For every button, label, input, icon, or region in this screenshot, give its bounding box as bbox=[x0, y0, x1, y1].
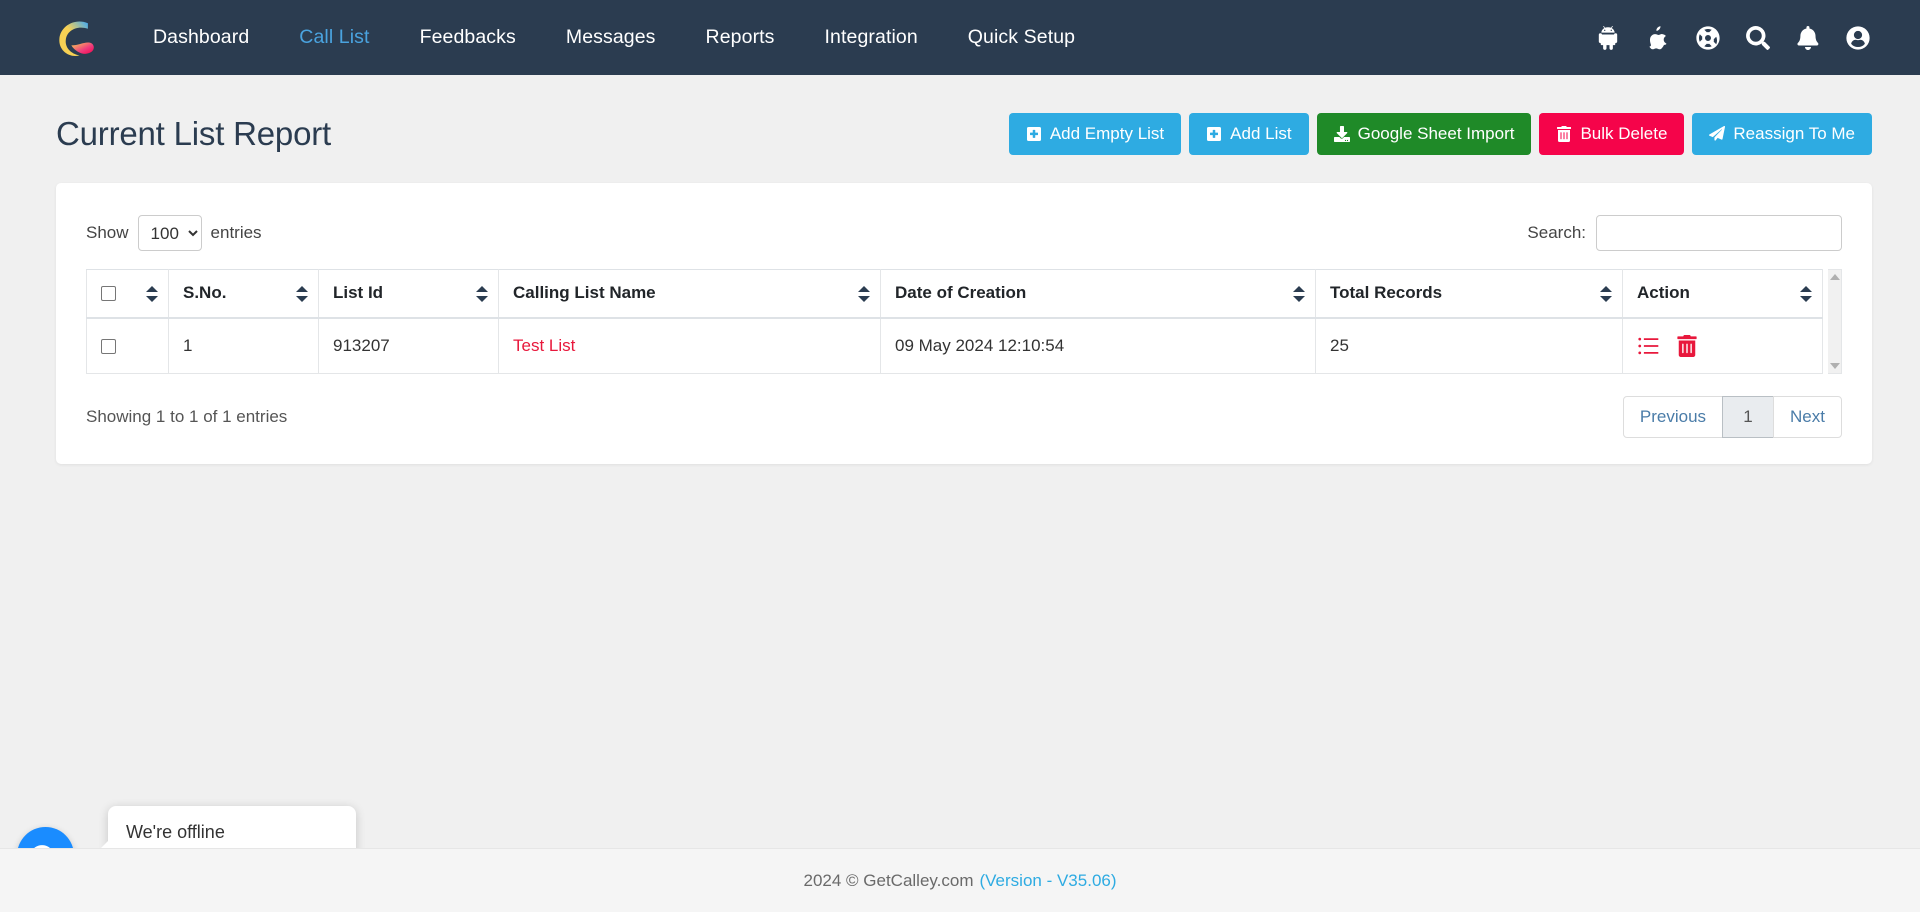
calling-list-name-link[interactable]: Test List bbox=[513, 336, 575, 355]
column-header-sno[interactable]: S.No. bbox=[169, 270, 319, 319]
nav-link-dashboard[interactable]: Dashboard bbox=[128, 26, 274, 49]
table-scroll-container: S.No. List Id Calling List Name Date of … bbox=[86, 269, 1842, 374]
column-label: Total Records bbox=[1330, 283, 1442, 302]
pagination-page-1-button[interactable]: 1 bbox=[1722, 396, 1774, 438]
chat-offline-title: We're offline bbox=[126, 822, 338, 843]
search-icon[interactable] bbox=[1746, 26, 1770, 50]
column-label: Date of Creation bbox=[895, 283, 1026, 302]
trash-icon bbox=[1556, 126, 1572, 142]
column-label: List Id bbox=[333, 283, 383, 302]
scroll-down-icon[interactable] bbox=[1830, 363, 1840, 369]
user-circle-icon[interactable] bbox=[1846, 26, 1870, 50]
nav-link-integration[interactable]: Integration bbox=[800, 26, 943, 49]
table-vertical-scrollbar[interactable] bbox=[1828, 269, 1842, 374]
google-sheet-import-label: Google Sheet Import bbox=[1358, 124, 1515, 144]
cell-total-records: 25 bbox=[1316, 318, 1623, 374]
column-header-list-id[interactable]: List Id bbox=[319, 270, 499, 319]
reassign-to-me-button[interactable]: Reassign To Me bbox=[1692, 113, 1872, 155]
column-header-total-records[interactable]: Total Records bbox=[1316, 270, 1623, 319]
plus-square-icon bbox=[1206, 126, 1222, 142]
apple-icon[interactable] bbox=[1646, 26, 1670, 50]
add-empty-list-button[interactable]: Add Empty List bbox=[1009, 113, 1181, 155]
table-header-row: S.No. List Id Calling List Name Date of … bbox=[87, 270, 1823, 319]
toolbar-buttons: Add Empty List Add List Google Sheet Imp… bbox=[1009, 113, 1872, 155]
nav-links: Dashboard Call List Feedbacks Messages R… bbox=[128, 26, 1100, 49]
column-header-date-of-creation[interactable]: Date of Creation bbox=[881, 270, 1316, 319]
table-controls: Show 100 entries Search: bbox=[86, 211, 1842, 255]
nav-icon-group bbox=[1596, 26, 1888, 50]
sort-arrows-icon bbox=[1600, 285, 1612, 303]
life-ring-icon[interactable] bbox=[1696, 26, 1720, 50]
cell-sno: 1 bbox=[169, 318, 319, 374]
sort-arrows-icon bbox=[858, 285, 870, 303]
footer-version-link[interactable]: (Version - V35.06) bbox=[980, 871, 1117, 891]
nav-link-quick-setup[interactable]: Quick Setup bbox=[943, 26, 1100, 49]
page-title: Current List Report bbox=[56, 115, 331, 153]
entries-label: entries bbox=[211, 223, 262, 243]
table-row: 1 913207 Test List 09 May 2024 12:10:54 … bbox=[87, 318, 1823, 374]
sort-arrows-icon bbox=[146, 285, 158, 303]
cell-list-id: 913207 bbox=[319, 318, 499, 374]
row-checkbox[interactable] bbox=[101, 339, 116, 354]
list-icon[interactable] bbox=[1637, 335, 1659, 357]
table-footer: Showing 1 to 1 of 1 entries Previous 1 N… bbox=[86, 396, 1842, 438]
nav-link-call-list[interactable]: Call List bbox=[274, 26, 394, 49]
list-report-table: S.No. List Id Calling List Name Date of … bbox=[86, 269, 1823, 374]
search-control: Search: bbox=[1527, 215, 1842, 251]
column-header-action[interactable]: Action bbox=[1623, 270, 1823, 319]
row-select-cell[interactable] bbox=[87, 318, 169, 374]
column-header-calling-list-name[interactable]: Calling List Name bbox=[499, 270, 881, 319]
scroll-up-icon[interactable] bbox=[1830, 274, 1840, 280]
pagination: Previous 1 Next bbox=[1623, 396, 1842, 438]
add-list-label: Add List bbox=[1230, 124, 1291, 144]
calley-logo-icon[interactable] bbox=[52, 15, 98, 61]
plus-square-icon bbox=[1026, 126, 1042, 142]
pagination-next-button[interactable]: Next bbox=[1773, 396, 1842, 438]
pagination-previous-button[interactable]: Previous bbox=[1623, 396, 1723, 438]
bulk-delete-button[interactable]: Bulk Delete bbox=[1539, 113, 1684, 155]
add-empty-list-label: Add Empty List bbox=[1050, 124, 1164, 144]
column-header-select-all[interactable] bbox=[87, 270, 169, 319]
list-report-card: Show 100 entries Search: bbox=[56, 183, 1872, 464]
bell-icon[interactable] bbox=[1796, 26, 1820, 50]
search-input[interactable] bbox=[1596, 215, 1842, 251]
bulk-delete-label: Bulk Delete bbox=[1580, 124, 1667, 144]
select-all-checkbox[interactable] bbox=[101, 286, 116, 301]
page-size-select[interactable]: 100 bbox=[138, 215, 202, 251]
column-label: S.No. bbox=[183, 283, 226, 302]
nav-link-feedbacks[interactable]: Feedbacks bbox=[395, 26, 541, 49]
top-navbar: Dashboard Call List Feedbacks Messages R… bbox=[0, 0, 1920, 75]
column-label: Action bbox=[1637, 283, 1690, 302]
add-list-button[interactable]: Add List bbox=[1189, 113, 1308, 155]
cell-calling-list-name: Test List bbox=[499, 318, 881, 374]
footer-copyright: 2024 © GetCalley.com bbox=[803, 871, 973, 891]
sort-arrows-icon bbox=[1800, 285, 1812, 303]
nav-link-reports[interactable]: Reports bbox=[681, 26, 800, 49]
reassign-to-me-label: Reassign To Me bbox=[1733, 124, 1855, 144]
cell-date-of-creation: 09 May 2024 12:10:54 bbox=[881, 318, 1316, 374]
show-entries-control: Show 100 entries bbox=[86, 215, 262, 251]
paper-plane-icon bbox=[1709, 126, 1725, 142]
show-label: Show bbox=[86, 223, 129, 243]
page-header: Current List Report Add Empty List Add L… bbox=[0, 75, 1920, 171]
sort-arrows-icon bbox=[476, 285, 488, 303]
download-icon bbox=[1334, 126, 1350, 142]
android-icon[interactable] bbox=[1596, 26, 1620, 50]
cell-action bbox=[1623, 318, 1823, 374]
trash-icon[interactable] bbox=[1676, 335, 1698, 357]
showing-entries-text: Showing 1 to 1 of 1 entries bbox=[86, 407, 287, 427]
sort-arrows-icon bbox=[1293, 285, 1305, 303]
column-label: Calling List Name bbox=[513, 283, 656, 302]
sort-arrows-icon bbox=[296, 285, 308, 303]
page-footer: 2024 © GetCalley.com (Version - V35.06) bbox=[0, 848, 1920, 912]
google-sheet-import-button[interactable]: Google Sheet Import bbox=[1317, 113, 1532, 155]
nav-link-messages[interactable]: Messages bbox=[541, 26, 681, 49]
search-label: Search: bbox=[1527, 223, 1586, 243]
